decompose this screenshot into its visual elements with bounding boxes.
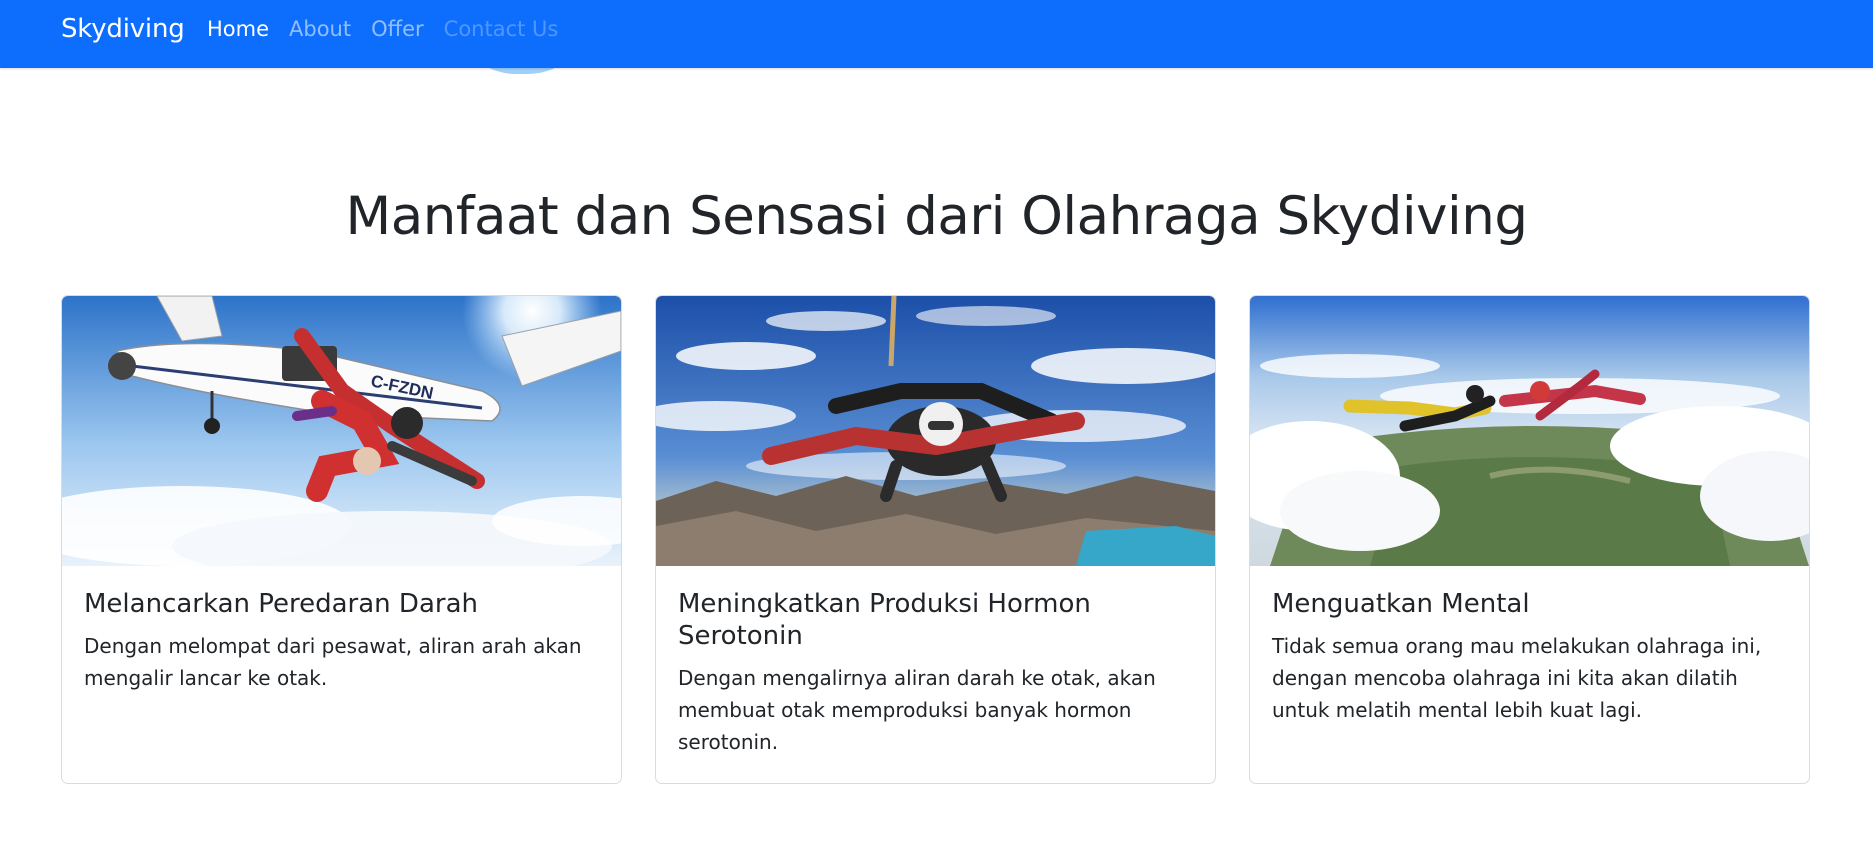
- card-body: Meningkatkan Produksi Hormon Serotonin D…: [656, 566, 1215, 778]
- nav-link-offer[interactable]: Offer: [371, 17, 424, 41]
- card-serotonin: Meningkatkan Produksi Hormon Serotonin D…: [655, 295, 1216, 784]
- nav-link-contact-us[interactable]: Contact Us: [444, 17, 559, 41]
- card-title: Melancarkan Peredaran Darah: [84, 589, 478, 619]
- card-text: Tidak semua orang mau melakukan olahraga…: [1272, 634, 1762, 722]
- card-text: Dengan melompat dari pesawat, aliran ara…: [84, 634, 582, 690]
- nav-link-about[interactable]: About: [289, 17, 351, 41]
- section-title: Manfaat dan Sensasi dari Olahraga Skydiv…: [345, 186, 1528, 247]
- nav-links: Home About Offer Contact Us: [207, 17, 578, 41]
- navbar: Skydiving Home About Offer Contact Us: [0, 0, 1873, 68]
- card-image-plane-jump: C-FZDN: [62, 296, 621, 566]
- card-title: Meningkatkan Produksi Hormon Serotonin: [678, 589, 1091, 651]
- card-body: Menguatkan Mental Tidak semua orang mau …: [1250, 566, 1809, 746]
- card-text: Dengan mengalirnya aliran darah ke otak,…: [678, 666, 1156, 754]
- card-title: Menguatkan Mental: [1272, 589, 1530, 619]
- card-image-two-skydivers: [1250, 296, 1809, 566]
- card-mental-strength: Menguatkan Mental Tidak semua orang mau …: [1249, 295, 1810, 784]
- card-image-tandem-jump: [656, 296, 1215, 566]
- card-body: Melancarkan Peredaran Darah Dengan melom…: [62, 566, 621, 714]
- brand-link[interactable]: Skydiving: [61, 14, 185, 44]
- card-blood-circulation: C-FZDN Melancarkan Peredaran Darah Denga…: [61, 295, 622, 784]
- nav-link-home[interactable]: Home: [207, 17, 269, 41]
